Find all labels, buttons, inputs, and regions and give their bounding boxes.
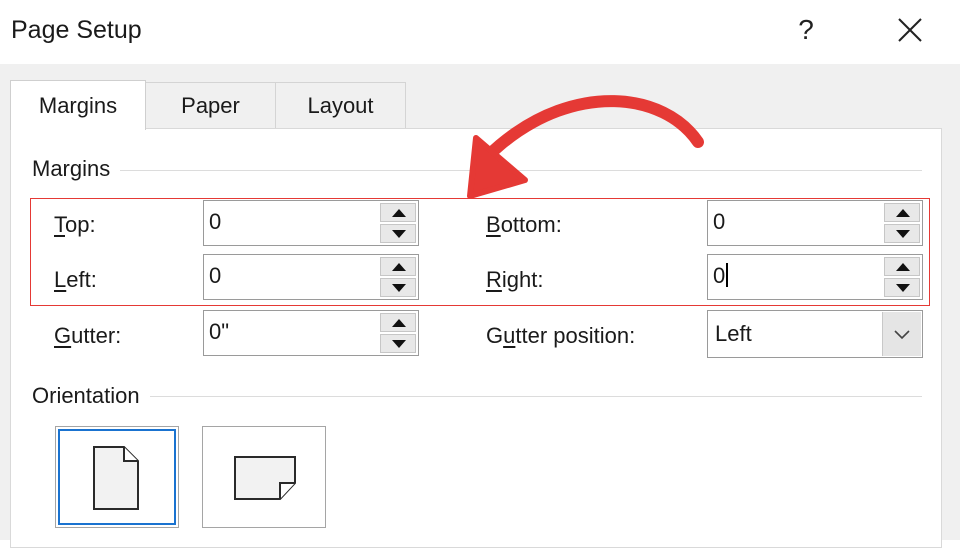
close-x-icon xyxy=(898,18,922,42)
gutter-position-access-key: u xyxy=(503,323,516,348)
triangle-down-icon xyxy=(392,340,406,348)
top-margin-increment[interactable] xyxy=(380,203,416,222)
tab-paper[interactable]: Paper xyxy=(145,82,276,128)
landscape-page-icon xyxy=(234,456,296,500)
tab-paper-label: Paper xyxy=(181,93,240,118)
top-label: Top: xyxy=(54,212,96,238)
triangle-up-icon xyxy=(896,209,910,217)
bottom-label-text: ottom: xyxy=(500,212,562,237)
orientation-group-label: Orientation xyxy=(32,383,150,409)
chevron-down-icon xyxy=(894,330,910,340)
bottom-margin-spinner[interactable]: 0 xyxy=(707,200,923,246)
orientation-group-divider xyxy=(32,396,922,397)
gutter-position-value: Left xyxy=(715,321,752,346)
margins-group-label: Margins xyxy=(32,156,121,182)
bottom-margin-increment[interactable] xyxy=(884,203,920,222)
gutter-label: Gutter: xyxy=(54,323,121,349)
gutter-position-label: Gutter position: xyxy=(486,323,635,349)
portrait-button[interactable] xyxy=(55,426,179,528)
gutter-decrement[interactable] xyxy=(380,334,416,353)
left-label: Left: xyxy=(54,267,97,293)
top-margin-spinner[interactable]: 0 xyxy=(203,200,419,246)
left-margin-input[interactable]: 0 xyxy=(209,263,221,289)
bottom-margin-input[interactable]: 0 xyxy=(713,209,725,235)
right-margin-input[interactable]: 0 xyxy=(713,263,725,288)
right-margin-decrement[interactable] xyxy=(884,278,920,297)
right-label: Right: xyxy=(486,267,543,293)
left-margin-decrement[interactable] xyxy=(380,278,416,297)
triangle-up-icon xyxy=(392,263,406,271)
gutter-position-label-text: tter position: xyxy=(515,323,636,348)
left-margin-increment[interactable] xyxy=(380,257,416,276)
triangle-down-icon xyxy=(896,230,910,238)
bottom-label-access-key: B xyxy=(486,212,501,237)
landscape-button[interactable] xyxy=(202,426,326,528)
tab-margins[interactable]: Margins xyxy=(10,80,146,130)
close-button[interactable] xyxy=(890,10,930,50)
top-margin-input[interactable]: 0 xyxy=(209,209,221,235)
dialog-title: Page Setup xyxy=(11,16,142,44)
help-button[interactable]: ? xyxy=(790,10,822,50)
left-margin-spinner[interactable]: 0 xyxy=(203,254,419,300)
top-label-access-key: T xyxy=(54,212,65,237)
portrait-page-icon xyxy=(93,446,139,510)
right-margin-input-wrap[interactable]: 0 xyxy=(713,263,728,289)
gutter-position-select[interactable]: Left xyxy=(707,310,923,358)
triangle-down-icon xyxy=(896,284,910,292)
right-margin-increment[interactable] xyxy=(884,257,920,276)
margins-group-divider xyxy=(32,170,922,171)
top-margin-decrement[interactable] xyxy=(380,224,416,243)
gutter-position-dropdown-button[interactable] xyxy=(882,312,921,356)
gutter-spinner[interactable]: 0" xyxy=(203,310,419,356)
gutter-position-label-pre: G xyxy=(486,323,504,348)
triangle-up-icon xyxy=(392,319,406,327)
right-label-text: ight: xyxy=(501,267,544,292)
tab-layout-label: Layout xyxy=(307,93,374,118)
right-label-access-key: R xyxy=(486,267,502,292)
left-label-access-key: L xyxy=(54,267,67,292)
gutter-label-text: utter: xyxy=(71,323,122,348)
tab-layout[interactable]: Layout xyxy=(275,82,406,128)
top-label-text: op: xyxy=(65,212,96,237)
question-mark-icon: ? xyxy=(798,14,814,45)
bottom-label: Bottom: xyxy=(486,212,562,238)
gutter-label-access-key: G xyxy=(54,323,72,348)
title-bar: Page Setup ? xyxy=(0,0,960,64)
gutter-increment[interactable] xyxy=(380,313,416,332)
triangle-up-icon xyxy=(896,263,910,271)
left-label-text: eft: xyxy=(66,267,97,292)
triangle-down-icon xyxy=(392,230,406,238)
right-margin-spinner[interactable]: 0 xyxy=(707,254,923,300)
gutter-input[interactable]: 0" xyxy=(209,319,229,345)
text-caret xyxy=(726,263,728,287)
triangle-down-icon xyxy=(392,284,406,292)
triangle-up-icon xyxy=(392,209,406,217)
bottom-margin-decrement[interactable] xyxy=(884,224,920,243)
tab-margins-label: Margins xyxy=(38,93,118,118)
